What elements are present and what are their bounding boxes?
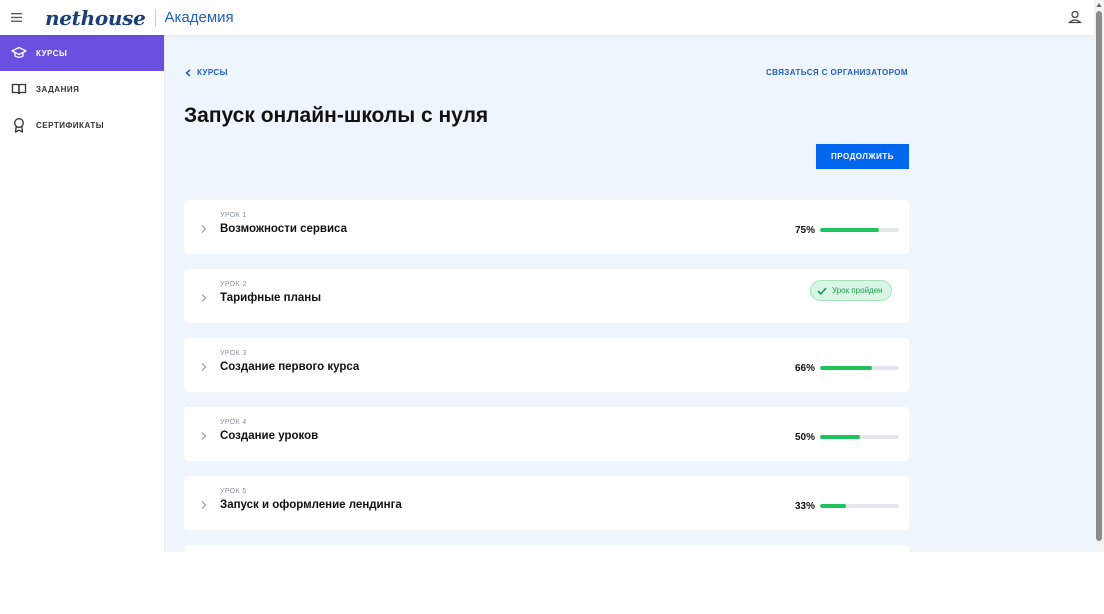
contact-organizer-link[interactable]: СВЯЗАТЬСЯ С ОРГАНИЗАТОРОМ [766, 68, 908, 77]
lesson-item[interactable]: УРОК 1 Возможности сервиса 75% [184, 200, 909, 254]
lesson-item[interactable]: УРОК 4 Создание уроков 50% [184, 407, 909, 461]
chevron-right-icon [201, 501, 207, 509]
app-name[interactable]: Академия [165, 9, 234, 26]
lesson-progress-fill [820, 366, 873, 370]
lesson-status-text: Урок пройден [832, 286, 883, 295]
scrollbar-thumb[interactable] [1096, 11, 1102, 541]
lesson-progress-text: 50% [794, 432, 815, 443]
award-icon [10, 116, 28, 134]
lesson-progress-fill [820, 435, 860, 439]
lesson-number: УРОК 2 [220, 281, 247, 288]
lesson-title: Создание уроков [220, 430, 319, 442]
lesson-progress-bar [820, 504, 899, 508]
back-link-label: КУРСЫ [197, 68, 228, 77]
chevron-right-icon [201, 294, 207, 302]
sidebar-item-label: КУРСЫ [36, 48, 68, 58]
chevron-right-icon [201, 432, 207, 440]
lesson-progress-text: 75% [794, 225, 815, 236]
lesson-item[interactable]: УРОК 3 Создание первого курса 66% [184, 338, 909, 392]
sidebar-item-label: СЕРТИФИКАТЫ [36, 120, 105, 130]
sidebar-item-certificates[interactable]: СЕРТИФИКАТЫ [0, 107, 164, 143]
lesson-item[interactable] [184, 545, 909, 599]
hamburger-icon[interactable] [0, 0, 32, 35]
continue-button[interactable]: ПРОДОЛЖИТЬ [816, 144, 909, 169]
chevron-right-icon [201, 363, 207, 371]
lesson-progress-text: 66% [794, 363, 815, 374]
check-icon [817, 287, 827, 295]
logo-divider [154, 8, 156, 27]
page-title: Запуск онлайн-школы с нуля [184, 104, 489, 127]
lesson-title: Возможности сервиса [220, 223, 347, 235]
book-icon [10, 80, 28, 98]
chevron-left-icon [185, 68, 191, 77]
main-content: КУРСЫ СВЯЗАТЬСЯ С ОРГАНИЗАТОРОМ Запуск о… [165, 35, 1094, 599]
lesson-title: Тарифные планы [220, 292, 322, 304]
sidebar-item-label: ЗАДАНИЯ [36, 84, 80, 94]
lesson-number: УРОК 4 [220, 419, 247, 426]
lesson-progress-fill [820, 228, 880, 232]
lesson-progress-fill [820, 504, 847, 508]
lesson-number: УРОК 5 [220, 488, 247, 495]
top-bar: nethouse Академия [0, 0, 1094, 35]
chevron-right-icon [201, 225, 207, 233]
sidebar-item-courses[interactable]: КУРСЫ [0, 35, 164, 71]
scroll-up-arrow-icon[interactable] [1096, 2, 1102, 8]
user-icon[interactable] [1066, 8, 1084, 26]
logo[interactable]: nethouse [45, 6, 146, 30]
lesson-completed-badge: Урок пройден [810, 280, 892, 301]
back-link[interactable]: КУРСЫ [185, 68, 228, 77]
lesson-item[interactable]: УРОК 5 Запуск и оформление лендинга 33% [184, 476, 909, 530]
scrollbar[interactable] [1094, 0, 1104, 552]
lesson-progress-bar [820, 435, 899, 439]
graduation-cap-icon [10, 44, 28, 62]
sidebar: КУРСЫ ЗАДАНИЯ СЕРТИФИКАТЫ [0, 35, 165, 552]
lesson-progress-bar [820, 366, 899, 370]
lesson-number: УРОК 3 [220, 350, 247, 357]
lesson-progress-text: 33% [794, 501, 815, 512]
sidebar-item-tasks[interactable]: ЗАДАНИЯ [0, 71, 164, 107]
lesson-number: УРОК 1 [220, 212, 247, 219]
lesson-title: Запуск и оформление лендинга [220, 499, 402, 511]
lesson-item[interactable]: УРОК 2 Тарифные планы Урок пройден [184, 269, 909, 323]
lesson-progress-bar [820, 228, 899, 232]
lesson-title: Создание первого курса [220, 361, 360, 373]
